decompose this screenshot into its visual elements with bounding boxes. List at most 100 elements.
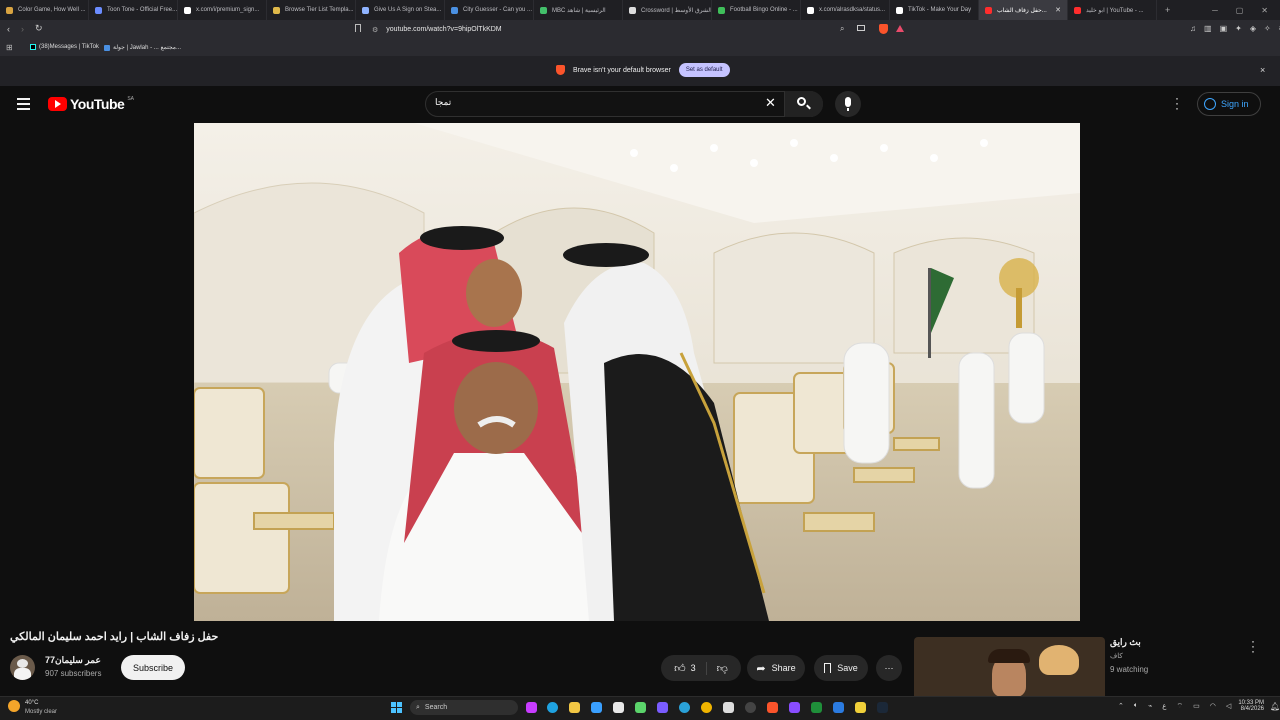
- brave-rewards-icon[interactable]: [896, 25, 904, 32]
- set-default-button[interactable]: Set as default: [678, 63, 730, 77]
- search-icon: [797, 97, 806, 106]
- app-icon[interactable]: [723, 702, 734, 713]
- obs-icon[interactable]: [745, 702, 756, 713]
- browser-tab[interactable]: ابو خليد | YouTube - ...: [1068, 0, 1157, 20]
- hamburger-menu-icon[interactable]: [17, 98, 30, 110]
- recommendation-menu-icon[interactable]: · · ·: [1251, 635, 1255, 657]
- language-icon[interactable]: ع: [1162, 702, 1166, 711]
- zoom-icon[interactable]: ⌕: [840, 24, 844, 34]
- tab-favicon-icon: [540, 6, 547, 14]
- sign-in-button[interactable]: Sign in: [1197, 92, 1261, 116]
- channel-avatar[interactable]: [10, 655, 35, 680]
- forward-icon[interactable]: ›: [21, 24, 24, 34]
- weather-desc: Mostly clear: [25, 709, 58, 715]
- browser-tab[interactable]: x.com/i/premium_sign...: [178, 0, 267, 20]
- jawlah-icon: [104, 44, 110, 51]
- cast-icon[interactable]: [857, 25, 865, 31]
- network-icon[interactable]: ⌔: [1176, 702, 1183, 711]
- browser-tab[interactable]: Crossword | الشرق الأوسط: [623, 0, 712, 20]
- vpn-icon[interactable]: ◈: [1250, 24, 1256, 33]
- store-icon[interactable]: [591, 702, 602, 713]
- like-button[interactable]: 👍︎ 3: [674, 661, 707, 675]
- taskbar-search[interactable]: ⌕ Search: [410, 700, 518, 715]
- bookmarks-bar: [0, 40, 1280, 56]
- chrome-icon[interactable]: [701, 702, 712, 713]
- apps-grid-icon[interactable]: ⊞: [6, 43, 13, 52]
- xbox-icon[interactable]: [635, 702, 646, 713]
- browser-tab[interactable]: Give Us A Sign on Stea...: [356, 0, 445, 20]
- usb-icon[interactable]: ⌁: [1148, 702, 1152, 711]
- browser-tab[interactable]: حفل زفاف الشاب... ✕: [979, 0, 1068, 20]
- discord-icon[interactable]: [657, 702, 668, 713]
- share-button[interactable]: ➦ Share: [747, 655, 805, 681]
- brave-shields-icon[interactable]: [879, 24, 888, 34]
- channel-name[interactable]: عمر سليمان77: [45, 655, 101, 666]
- weather-icon[interactable]: [8, 700, 20, 712]
- tray-chevron-icon[interactable]: ⌃: [1118, 702, 1124, 711]
- tab-favicon-icon: [807, 6, 814, 14]
- search-input[interactable]: تمجا: [435, 97, 451, 108]
- leo-icon[interactable]: ✧: [1264, 24, 1271, 33]
- app-blue-icon[interactable]: [833, 702, 844, 713]
- wallet-icon[interactable]: ▣: [1220, 24, 1228, 33]
- app-purple-icon[interactable]: [789, 702, 800, 713]
- recommendation-title[interactable]: بث رايق: [1110, 637, 1141, 648]
- steam-icon[interactable]: [877, 702, 888, 713]
- brave-taskbar-icon[interactable]: [767, 702, 778, 713]
- windows-start-icon[interactable]: [391, 702, 403, 714]
- browser-tab[interactable]: MBC الرئيسية | شاهد: [534, 0, 623, 20]
- sticky-notes-icon[interactable]: [855, 702, 866, 713]
- browser-tab[interactable]: Toon Tone - Official Free...: [89, 0, 178, 20]
- close-window-icon[interactable]: ✕: [1261, 6, 1268, 15]
- excel-icon[interactable]: [811, 702, 822, 713]
- notepad-icon[interactable]: [613, 702, 624, 713]
- url-field[interactable]: ⚙ youtube.com/watch?v=9hipOlTkKDM: [372, 22, 502, 37]
- save-button[interactable]: Save: [814, 655, 868, 681]
- bookmark-icon[interactable]: [355, 24, 361, 32]
- dislike-button[interactable]: 👎︎: [713, 662, 728, 675]
- tab-title: City Guesser - Can you ...: [463, 7, 533, 13]
- new-tab-button[interactable]: +: [1157, 5, 1178, 15]
- more-options-icon[interactable]: · · ·: [1175, 92, 1179, 114]
- browser-tab[interactable]: TikTok - Make Your Day: [890, 0, 979, 20]
- subscribe-button[interactable]: Subscribe: [121, 655, 185, 680]
- sidebar-icon[interactable]: ▥: [1204, 24, 1212, 33]
- video-player[interactable]: [194, 123, 1080, 621]
- extensions-icon[interactable]: ✦: [1235, 24, 1242, 33]
- recommendation-channel[interactable]: كاف: [1110, 652, 1123, 660]
- close-notification-icon[interactable]: ×: [1260, 65, 1265, 75]
- back-icon[interactable]: ‹: [7, 24, 10, 34]
- site-info-icon[interactable]: ⚙: [372, 26, 378, 34]
- more-actions-button[interactable]: ⋯: [876, 655, 902, 681]
- notifications-icon[interactable]: 🔔︎: [1270, 702, 1280, 711]
- edge-icon[interactable]: [547, 702, 558, 713]
- youtube-logo[interactable]: YouTube SA: [48, 96, 134, 112]
- maximize-icon[interactable]: ▢: [1236, 6, 1244, 15]
- volume-icon[interactable]: ◁: [1226, 702, 1231, 711]
- minimize-icon[interactable]: ─: [1212, 6, 1218, 15]
- browser-tab[interactable]: Browse Tier List Templa...: [267, 0, 356, 20]
- tab-title: Browse Tier List Templa...: [285, 7, 354, 13]
- voice-search-button[interactable]: [835, 91, 861, 117]
- battery-icon[interactable]: ▭: [1193, 702, 1200, 711]
- speaker-icon[interactable]: 🔈︎: [1134, 702, 1138, 711]
- clock[interactable]: 10:33 PM 8/4/2026: [1234, 700, 1264, 712]
- telegram-icon[interactable]: [679, 702, 690, 713]
- browser-tab[interactable]: Color Game, How Well ...: [0, 0, 89, 20]
- search-button[interactable]: [784, 91, 823, 117]
- recommendation-thumbnail[interactable]: [914, 637, 1105, 697]
- reload-icon[interactable]: ↻: [35, 23, 43, 34]
- browser-tab[interactable]: Football Bingo Online - ...: [712, 0, 801, 20]
- clear-search-icon[interactable]: ✕: [765, 95, 776, 111]
- file-explorer-icon[interactable]: [569, 702, 580, 713]
- tab-favicon-icon: [1074, 6, 1081, 14]
- copilot-icon[interactable]: [526, 702, 537, 713]
- bookmark-item-jawlah[interactable]: جولة | Jawlah - ... مجتمع...: [104, 44, 181, 51]
- browser-tab[interactable]: x.com/alrasdksa/status...: [801, 0, 890, 20]
- wifi-icon[interactable]: ◠: [1210, 702, 1216, 711]
- music-icon[interactable]: ♫: [1190, 24, 1196, 33]
- browser-tab[interactable]: City Guesser - Can you ...: [445, 0, 534, 20]
- bookmark-item-tiktok[interactable]: (38)Messages | TikTok: [30, 44, 99, 50]
- close-tab-icon[interactable]: ✕: [1055, 6, 1061, 14]
- search-box[interactable]: [425, 91, 823, 117]
